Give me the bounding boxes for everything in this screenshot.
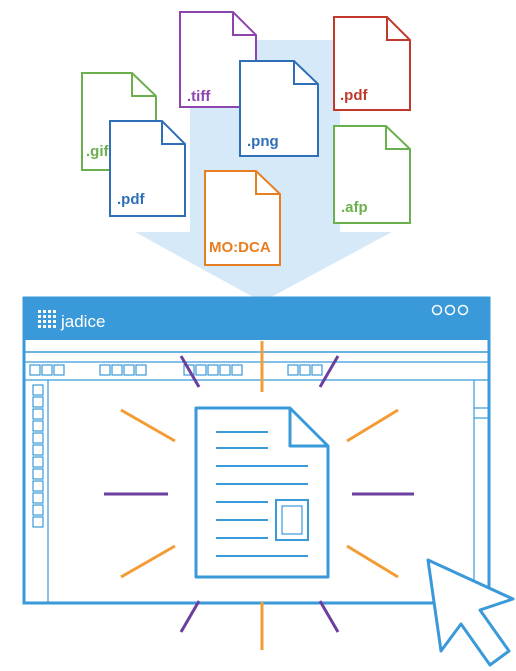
toolbar-button[interactable]	[99, 364, 111, 376]
sidebar-button[interactable]	[32, 516, 44, 528]
file-pdf-blue-label: .pdf	[117, 191, 145, 208]
file-pdf-red: .pdf	[333, 16, 411, 111]
document-icon	[194, 406, 330, 579]
sidebar-button[interactable]	[32, 408, 44, 420]
brand-name: jadice	[60, 312, 105, 331]
sidebar-button[interactable]	[32, 456, 44, 468]
sidebar-button[interactable]	[32, 432, 44, 444]
toolbar-button[interactable]	[123, 364, 135, 376]
toolbar-button[interactable]	[53, 364, 65, 376]
sidebar-button[interactable]	[32, 384, 44, 396]
file-pdf-red-label: .pdf	[340, 87, 368, 104]
sidebar-button[interactable]	[32, 480, 44, 492]
diagram-canvas: .gif .tiff .pdf .png .pdf .afp MO:DCA ja…	[22, 11, 515, 667]
toolbar-button[interactable]	[219, 364, 231, 376]
file-modca-label: MO:DCA	[209, 239, 271, 256]
toolbar-button[interactable]	[231, 364, 243, 376]
file-png-label: .png	[247, 133, 279, 150]
toolbar-button[interactable]	[311, 364, 323, 376]
toolbar-button[interactable]	[195, 364, 207, 376]
sidebar-button[interactable]	[32, 396, 44, 408]
sidebar-button[interactable]	[32, 504, 44, 516]
sidebar-button[interactable]	[32, 420, 44, 432]
sidebar-button[interactable]	[32, 468, 44, 480]
file-modca: MO:DCA	[204, 170, 281, 266]
file-png: .png	[239, 60, 319, 157]
file-afp: .afp	[333, 125, 411, 224]
toolbar-button[interactable]	[207, 364, 219, 376]
toolbar-button[interactable]	[135, 364, 147, 376]
sidebar-button[interactable]	[32, 492, 44, 504]
file-afp-label: .afp	[341, 199, 368, 216]
file-gif-label: .gif	[86, 143, 109, 160]
toolbar-button[interactable]	[299, 364, 311, 376]
file-pdf-blue: .pdf	[109, 120, 186, 217]
toolbar-button[interactable]	[29, 364, 41, 376]
toolbar-button[interactable]	[111, 364, 123, 376]
sidebar-button[interactable]	[32, 444, 44, 456]
toolbar-button[interactable]	[287, 364, 299, 376]
toolbar-button[interactable]	[41, 364, 53, 376]
file-tiff-label: .tiff	[187, 88, 211, 105]
